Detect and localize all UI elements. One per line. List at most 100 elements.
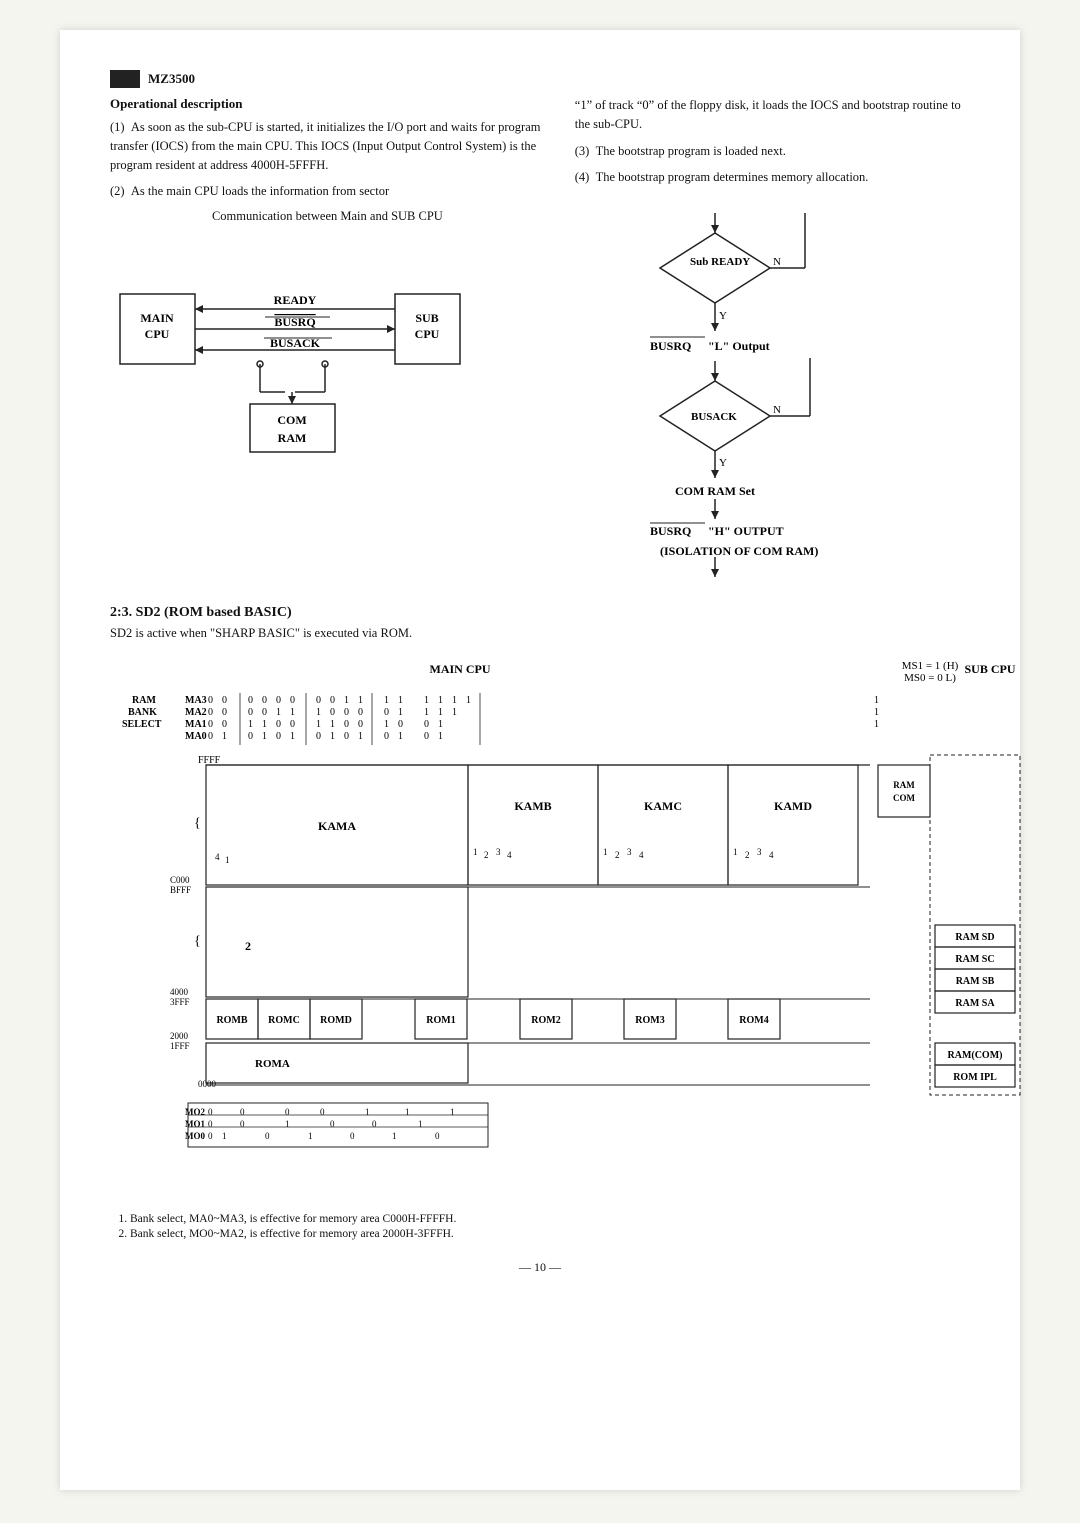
svg-text:BUSACK: BUSACK bbox=[691, 411, 737, 423]
svg-text:2: 2 bbox=[615, 850, 620, 860]
comm-diagram-title: Communication between Main and SUB CPU bbox=[110, 209, 545, 224]
svg-text:MAIN: MAIN bbox=[140, 311, 174, 325]
svg-text:ROM4: ROM4 bbox=[739, 1015, 768, 1026]
svg-text:0: 0 bbox=[330, 695, 335, 706]
svg-text:0: 0 bbox=[208, 731, 213, 742]
svg-text:KAMD: KAMD bbox=[774, 799, 812, 813]
svg-text:0: 0 bbox=[350, 1131, 355, 1141]
svg-text:0: 0 bbox=[344, 707, 349, 718]
svg-text:1: 1 bbox=[452, 695, 457, 706]
svg-text:2: 2 bbox=[745, 850, 750, 860]
svg-text:Sub READY: Sub READY bbox=[690, 256, 750, 268]
svg-text:1: 1 bbox=[290, 707, 295, 718]
svg-text:1FFF: 1FFF bbox=[170, 1041, 190, 1051]
svg-text:0: 0 bbox=[384, 707, 389, 718]
section-23-desc: SD2 is active when "SHARP BASIC" is exec… bbox=[110, 626, 970, 641]
svg-text:N: N bbox=[773, 256, 781, 268]
svg-text:0: 0 bbox=[276, 695, 281, 706]
svg-text:KAMC: KAMC bbox=[644, 799, 682, 813]
svg-text:3: 3 bbox=[627, 847, 632, 857]
svg-text:2000: 2000 bbox=[170, 1031, 189, 1041]
svg-text:SELECT: SELECT bbox=[122, 719, 162, 730]
svg-text:1: 1 bbox=[330, 719, 335, 730]
svg-text:KAMB: KAMB bbox=[514, 799, 551, 813]
comm-diagram-container: Communication between Main and SUB CPU M… bbox=[110, 209, 545, 468]
svg-text:{: { bbox=[194, 934, 201, 949]
svg-text:1: 1 bbox=[438, 719, 443, 730]
svg-text:MA3: MA3 bbox=[185, 695, 207, 706]
svg-text:1: 1 bbox=[452, 707, 457, 718]
svg-text:Y: Y bbox=[719, 457, 727, 469]
svg-text:1: 1 bbox=[733, 847, 738, 857]
svg-text:RAM(COM): RAM(COM) bbox=[948, 1050, 1003, 1061]
op-desc-title: Operational description bbox=[110, 96, 545, 112]
svg-text:1: 1 bbox=[874, 695, 879, 706]
svg-text:0: 0 bbox=[208, 1131, 213, 1141]
header-section: MZ3500 bbox=[110, 70, 970, 88]
svg-text:SUB CPU: SUB CPU bbox=[964, 662, 1015, 676]
svg-text:"L" Output: "L" Output bbox=[708, 339, 770, 353]
svg-text:MA0: MA0 bbox=[185, 731, 207, 742]
svg-text:0: 0 bbox=[262, 695, 267, 706]
svg-text:1: 1 bbox=[473, 847, 478, 857]
svg-text:N: N bbox=[773, 404, 781, 416]
svg-text:0: 0 bbox=[262, 707, 267, 718]
svg-text:BANK: BANK bbox=[128, 707, 157, 718]
svg-text:RAM SC: RAM SC bbox=[955, 954, 994, 965]
svg-text:1: 1 bbox=[262, 719, 267, 730]
svg-text:RAM: RAM bbox=[893, 780, 915, 790]
section-23-title: 2:3. SD2 (ROM based BASIC) bbox=[110, 605, 970, 621]
svg-text:0: 0 bbox=[276, 731, 281, 742]
op-item-4: (4) The bootstrap program determines mem… bbox=[575, 168, 970, 187]
footnote-2: Bank select, MO0~MA2, is effective for m… bbox=[130, 1228, 970, 1240]
svg-text:0: 0 bbox=[208, 707, 213, 718]
svg-text:1: 1 bbox=[358, 731, 363, 742]
svg-text:0: 0 bbox=[208, 1119, 213, 1129]
flowchart-svg: Sub READY N Y BUSRQ "L" Output bbox=[575, 203, 915, 583]
svg-text:ROM1: ROM1 bbox=[426, 1015, 455, 1026]
svg-text:ROMB: ROMB bbox=[216, 1015, 247, 1026]
svg-text:MA1: MA1 bbox=[185, 719, 207, 730]
svg-text:{: { bbox=[194, 816, 201, 831]
svg-text:RAM SA: RAM SA bbox=[955, 998, 995, 1009]
svg-text:0: 0 bbox=[330, 1119, 335, 1129]
op-item-1: (1) As soon as the sub-CPU is started, i… bbox=[110, 118, 545, 174]
svg-text:1: 1 bbox=[262, 731, 267, 742]
op-item-3: (3) The bootstrap program is loaded next… bbox=[575, 142, 970, 161]
svg-text:C000: C000 bbox=[170, 875, 190, 885]
svg-text:ROMD: ROMD bbox=[320, 1015, 352, 1026]
svg-text:1: 1 bbox=[398, 695, 403, 706]
page-number: — 10 — bbox=[110, 1260, 970, 1275]
svg-text:RAM: RAM bbox=[278, 431, 307, 445]
svg-text:1: 1 bbox=[398, 707, 403, 718]
svg-text:1: 1 bbox=[874, 719, 879, 730]
svg-text:1: 1 bbox=[438, 731, 443, 742]
svg-text:"H" OUTPUT: "H" OUTPUT bbox=[708, 524, 784, 538]
svg-text:BUSRQ: BUSRQ bbox=[650, 524, 691, 538]
svg-text:READY: READY bbox=[274, 293, 317, 307]
logo-bar bbox=[110, 70, 140, 88]
svg-text:0: 0 bbox=[208, 695, 213, 706]
svg-text:CPU: CPU bbox=[145, 327, 170, 341]
svg-text:0000: 0000 bbox=[198, 1079, 217, 1089]
memory-diagram-svg: MAIN CPU MS1 = 1 (H) MS0 = 0 L) SUB CPU … bbox=[110, 655, 1030, 1195]
svg-text:2: 2 bbox=[484, 850, 489, 860]
svg-text:MS0 = 0 L): MS0 = 0 L) bbox=[904, 672, 956, 684]
svg-text:3FFF: 3FFF bbox=[170, 997, 190, 1007]
svg-text:1: 1 bbox=[285, 1119, 290, 1129]
svg-text:1: 1 bbox=[384, 719, 389, 730]
svg-text:COM: COM bbox=[277, 413, 306, 427]
svg-text:0: 0 bbox=[424, 731, 429, 742]
svg-text:4: 4 bbox=[639, 850, 644, 860]
svg-text:0: 0 bbox=[316, 731, 321, 742]
svg-text:0: 0 bbox=[358, 719, 363, 730]
svg-text:0: 0 bbox=[276, 719, 281, 730]
svg-text:1: 1 bbox=[438, 707, 443, 718]
svg-text:0: 0 bbox=[320, 1107, 325, 1117]
svg-text:ROM2: ROM2 bbox=[531, 1015, 560, 1026]
svg-text:0: 0 bbox=[344, 719, 349, 730]
svg-text:0: 0 bbox=[330, 707, 335, 718]
svg-text:COM: COM bbox=[893, 793, 916, 803]
svg-text:0: 0 bbox=[344, 731, 349, 742]
svg-text:3: 3 bbox=[757, 847, 762, 857]
